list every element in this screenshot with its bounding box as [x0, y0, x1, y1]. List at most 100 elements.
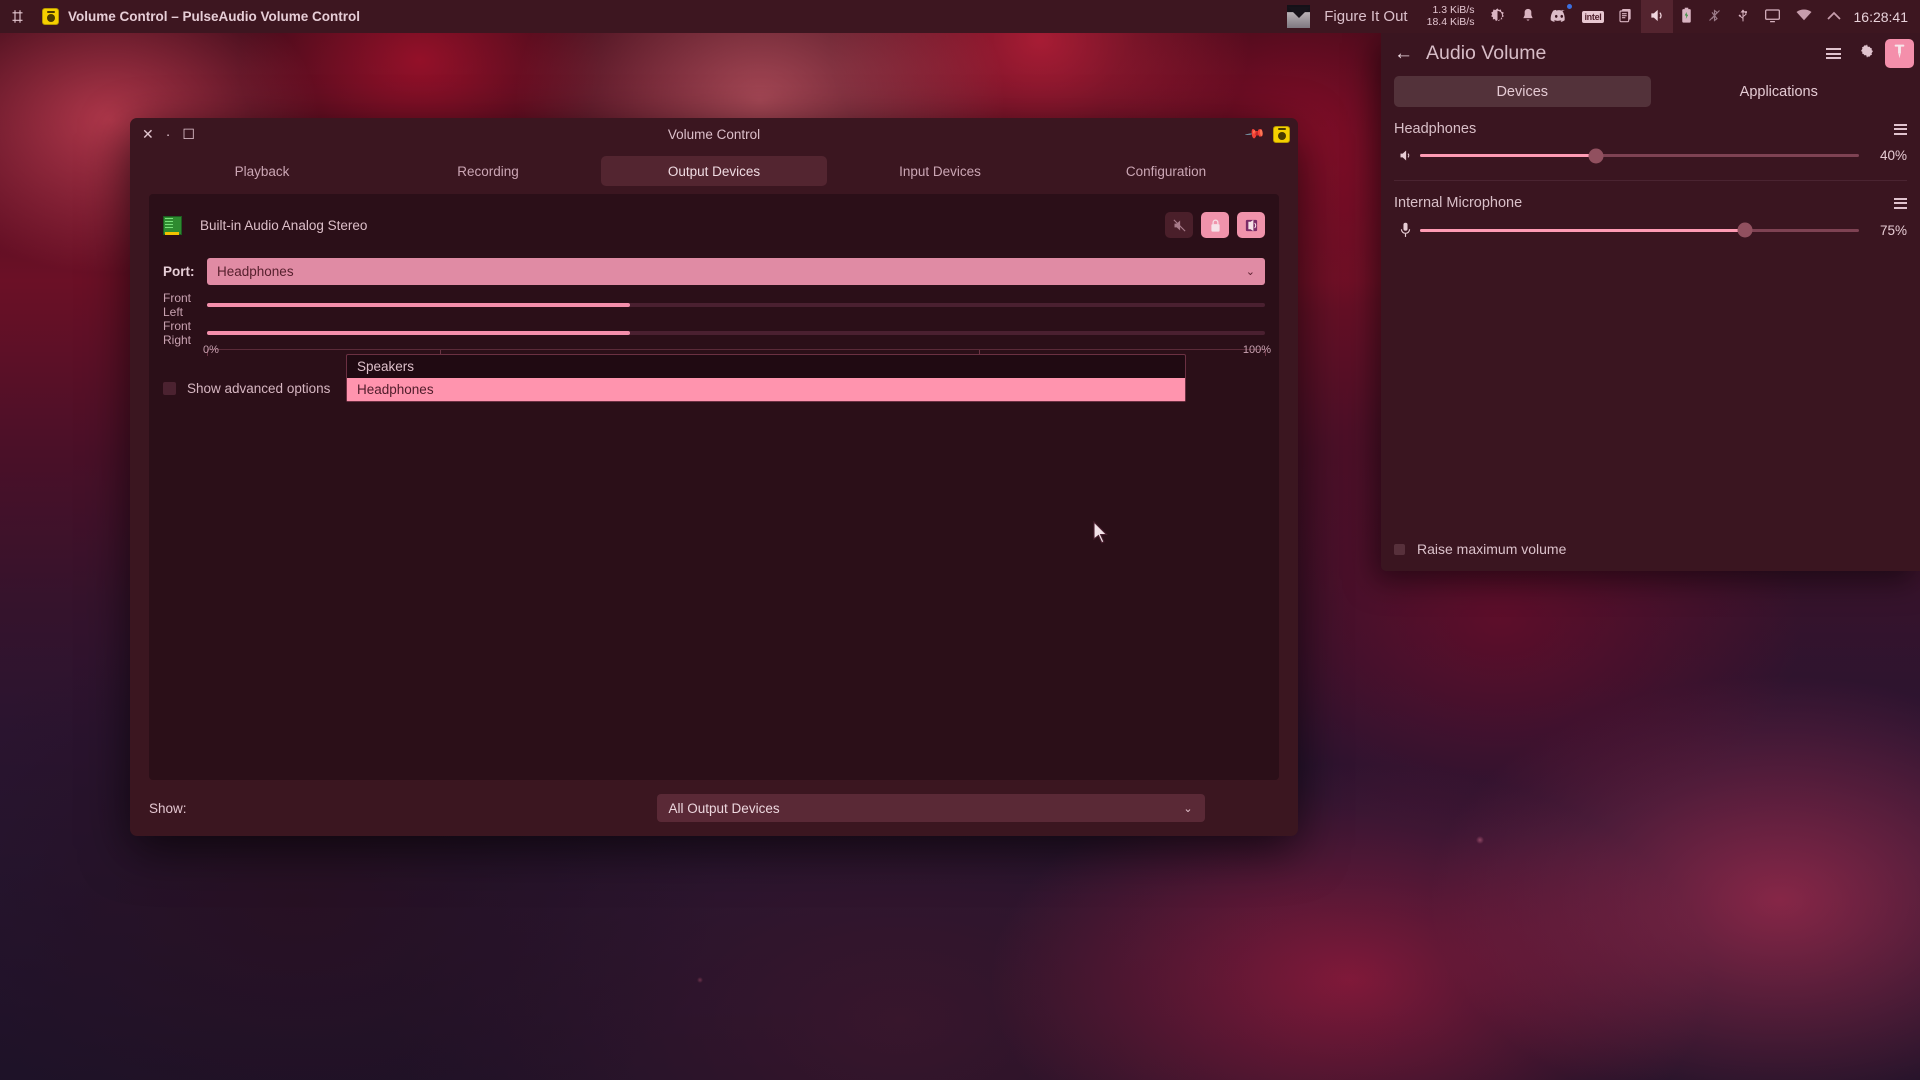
titlebar-right-buttons: 📌 [1244, 118, 1290, 150]
raise-maximum-volume-label: Raise maximum volume [1417, 541, 1567, 557]
mouse-cursor [1093, 520, 1109, 549]
speaker-icon[interactable] [1394, 148, 1416, 163]
tab-recording[interactable]: Recording [375, 156, 601, 186]
battery-icon [1680, 7, 1693, 27]
volume-percent: 40% [1879, 148, 1907, 163]
hamburger-menu-icon [1826, 48, 1841, 59]
tab-label: Playback [234, 163, 290, 179]
brightness-icon [1489, 7, 1506, 27]
chevron-up-icon [1826, 9, 1841, 24]
hamburger-menu-icon [1894, 197, 1907, 209]
back-arrow-icon[interactable]: ← [1394, 44, 1413, 63]
channel-slider[interactable] [207, 331, 1265, 335]
device-name: Headphones [1394, 121, 1477, 137]
gear-icon [1859, 43, 1875, 64]
tab-devices[interactable]: Devices [1394, 76, 1651, 107]
tray-brightness[interactable] [1482, 0, 1513, 33]
volume-item-header: Headphones [1394, 121, 1907, 137]
usb-icon [1736, 7, 1750, 27]
port-row: Port: Headphones ⌄ [163, 258, 1265, 285]
tab-applications[interactable]: Applications [1651, 76, 1908, 107]
tab-label: Output Devices [667, 163, 761, 179]
sound-card-icon [163, 215, 182, 235]
tray-clipboard[interactable] [1611, 0, 1641, 33]
device-menu-button[interactable] [1894, 123, 1907, 135]
volume-slider-internal-microphone[interactable] [1420, 222, 1859, 238]
top-panel: Volume Control – PulseAudio Volume Contr… [0, 0, 1920, 33]
tray-usb[interactable] [1729, 0, 1757, 33]
volume-item-headphones: Headphones 40% [1394, 107, 1907, 163]
taskbar-window-title: Volume Control – PulseAudio Volume Contr… [68, 9, 361, 24]
set-default-button[interactable] [1237, 212, 1265, 238]
tab-configuration[interactable]: Configuration [1053, 156, 1279, 186]
channel-slider[interactable] [207, 303, 1265, 307]
device-row: Built-in Audio Analog Stereo [163, 210, 1265, 240]
intel-icon: intel [1582, 10, 1604, 23]
channel-row: Front Right [163, 319, 1265, 347]
network-speed-monitor[interactable]: 1.3 KiB/s 18.4 KiB/s [1419, 4, 1483, 28]
clipboard-icon [1618, 7, 1634, 26]
show-advanced-options-checkbox[interactable] [163, 382, 176, 395]
tab-label: Input Devices [899, 163, 981, 179]
applet-tab-bar: Devices Applications [1394, 76, 1907, 107]
tray-figure-label[interactable]: Figure It Out [1317, 0, 1418, 33]
tab-input-devices[interactable]: Input Devices [827, 156, 1053, 186]
pulseaudio-icon[interactable] [1273, 125, 1290, 143]
applet-menu-button[interactable] [1819, 39, 1848, 68]
discord-icon [1550, 8, 1568, 25]
kde-menu-icon[interactable] [0, 9, 34, 24]
device-name: Built-in Audio Analog Stereo [200, 217, 368, 233]
port-option-headphones[interactable]: Headphones [347, 378, 1185, 401]
tray-volume[interactable] [1640, 0, 1673, 33]
notification-bell-icon [1520, 7, 1536, 27]
port-option-speakers[interactable]: Speakers [347, 355, 1185, 378]
window-titlebar[interactable]: ✕ · ☐ Volume Control 📌 [130, 118, 1298, 150]
tray-wifi[interactable] [1788, 0, 1820, 33]
volume-slider-headphones[interactable] [1420, 148, 1859, 163]
applet-footer: Raise maximum volume [1381, 541, 1920, 571]
applet-title: Audio Volume [1426, 42, 1547, 64]
tray-display[interactable] [1757, 0, 1788, 33]
device-name: Internal Microphone [1394, 195, 1523, 211]
device-volume-list: Headphones 40% Internal Microphone 75% [1381, 107, 1920, 541]
tab-label: Configuration [1125, 163, 1207, 179]
tray-bluetooth[interactable] [1700, 0, 1729, 33]
raise-maximum-volume-row[interactable]: Raise maximum volume [1394, 541, 1907, 557]
option-label: Headphones [357, 382, 434, 397]
port-combobox[interactable]: Headphones ⌄ [207, 258, 1265, 285]
output-devices-panel: Built-in Audio Analog Stereo Port: Headp… [149, 194, 1279, 780]
port-label: Port: [163, 264, 195, 279]
device-menu-button[interactable] [1894, 197, 1907, 209]
show-filter-combobox[interactable]: All Output Devices ⌄ [656, 794, 1205, 822]
show-advanced-options-label: Show advanced options [187, 381, 331, 396]
channel-label: Front Right [163, 319, 192, 347]
mute-button[interactable] [1165, 212, 1193, 238]
lock-channels-button[interactable] [1201, 212, 1229, 238]
tray-discord[interactable] [1543, 0, 1575, 33]
keep-above-icon[interactable]: 📌 [1244, 123, 1266, 146]
tray-expand[interactable] [1820, 0, 1848, 33]
figure-avatar-icon [1287, 5, 1311, 28]
taskbar-window-volume-control[interactable]: Volume Control – PulseAudio Volume Contr… [34, 8, 368, 25]
net-upload-rate: 18.4 KiB/s [1426, 15, 1475, 28]
microphone-icon[interactable] [1394, 222, 1416, 238]
net-download-rate: 1.3 KiB/s [1432, 4, 1475, 16]
option-label: Speakers [357, 359, 415, 374]
applet-pin-button[interactable] [1885, 39, 1914, 68]
raise-maximum-volume-checkbox[interactable] [1394, 543, 1405, 555]
audio-volume-applet: ← Audio Volume Devices Applications Head… [1381, 33, 1920, 571]
pin-icon [1892, 43, 1907, 64]
applet-header: ← Audio Volume [1381, 33, 1920, 74]
clock[interactable]: 16:28:41 [1848, 9, 1920, 25]
window-title: Volume Control [667, 126, 761, 142]
tray-intel[interactable]: intel [1575, 0, 1610, 33]
tab-output-devices[interactable]: Output Devices [601, 156, 827, 186]
show-filter-label: Show: [149, 800, 187, 816]
tray-figure-it-out[interactable] [1280, 0, 1317, 33]
tab-playback[interactable]: Playback [149, 156, 375, 186]
tray-battery[interactable] [1673, 0, 1700, 33]
discord-unread-badge [1567, 4, 1573, 9]
applet-settings-button[interactable] [1852, 39, 1881, 68]
volume-item-header: Internal Microphone [1394, 195, 1907, 211]
tray-notifications[interactable] [1513, 0, 1543, 33]
